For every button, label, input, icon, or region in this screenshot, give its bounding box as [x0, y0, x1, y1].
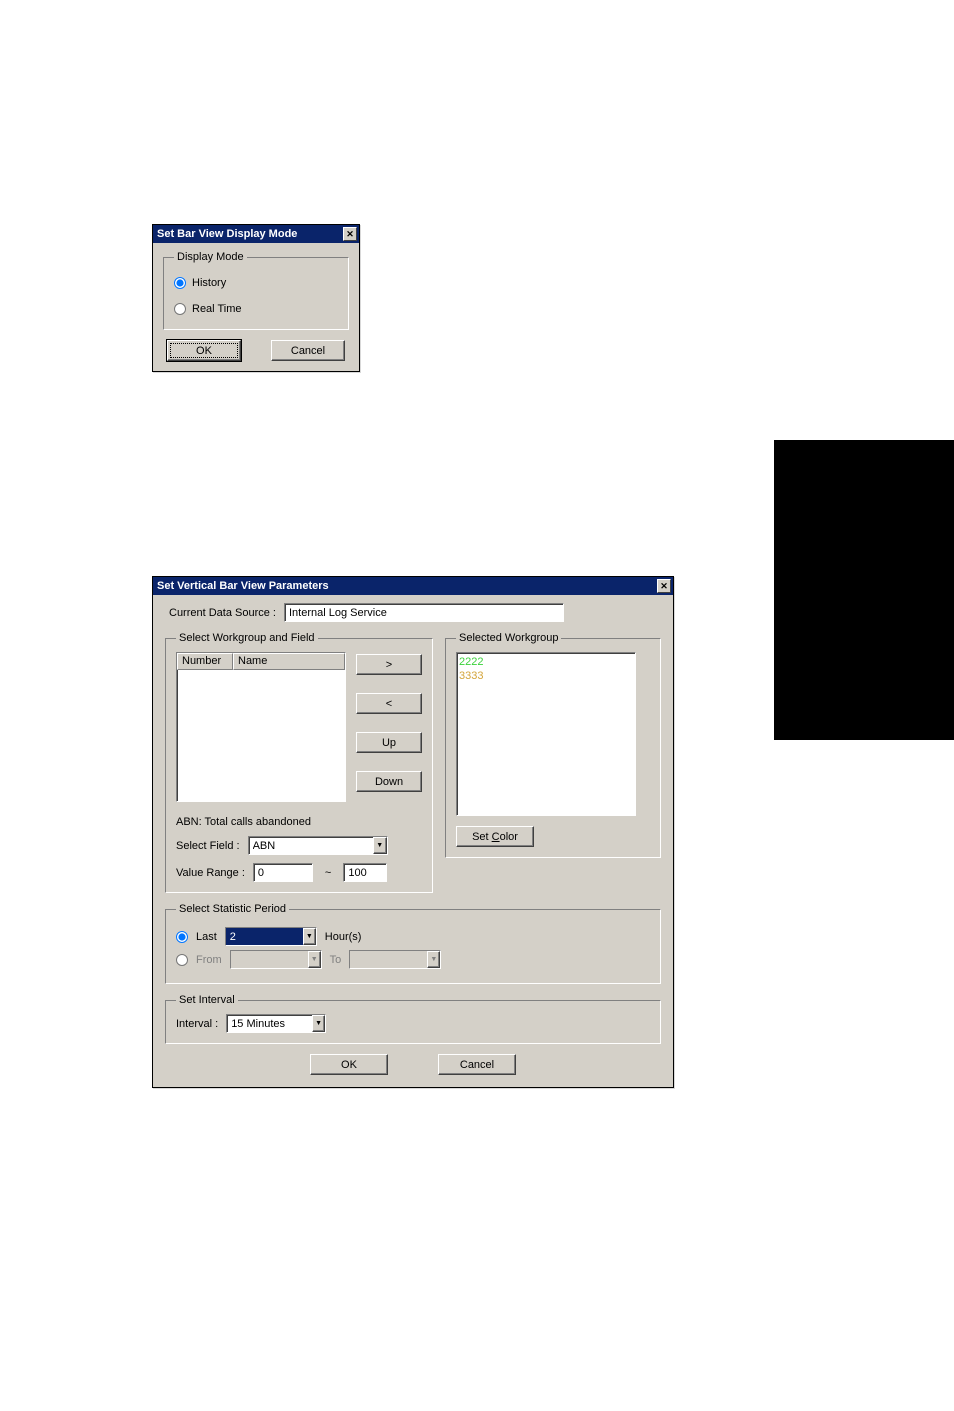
- display-mode-legend: Display Mode: [174, 251, 247, 263]
- move-down-button[interactable]: Down: [356, 771, 422, 792]
- data-source-input[interactable]: [284, 603, 564, 622]
- value-range-high-input[interactable]: [343, 863, 387, 882]
- to-label: To: [330, 954, 342, 966]
- to-date-combo: ▼: [349, 950, 441, 969]
- set-color-button[interactable]: Set Color: [456, 826, 534, 847]
- select-workgroup-group: Select Workgroup and Field Number Name >…: [165, 632, 433, 893]
- dialog2-titlebar: Set Vertical Bar View Parameters ✕: [153, 577, 673, 595]
- vertical-bar-params-dialog: Set Vertical Bar View Parameters ✕ Curre…: [152, 576, 674, 1088]
- statistic-period-legend: Select Statistic Period: [176, 903, 289, 915]
- from-date-value: [231, 951, 308, 968]
- from-date-combo: ▼: [230, 950, 322, 969]
- last-hours-combo[interactable]: ▼: [225, 927, 317, 946]
- radio-history[interactable]: [174, 277, 186, 289]
- ok-button[interactable]: OK: [167, 340, 241, 361]
- move-up-button[interactable]: Up: [356, 732, 422, 753]
- radio-last[interactable]: [176, 931, 188, 943]
- chevron-down-icon: ▼: [308, 951, 321, 968]
- radio-realtime-label: Real Time: [192, 303, 242, 315]
- select-field-value[interactable]: [249, 837, 373, 854]
- column-name[interactable]: Name: [233, 653, 345, 670]
- last-hours-value[interactable]: [226, 928, 303, 945]
- radio-last-label: Last: [196, 931, 217, 943]
- interval-label: Interval :: [176, 1018, 218, 1030]
- display-mode-group: Display Mode History Real Time: [163, 251, 349, 330]
- selected-workgroup-list[interactable]: 2222 3333: [456, 652, 636, 816]
- list-item[interactable]: 2222: [459, 655, 633, 669]
- workgroup-listview[interactable]: Number Name: [176, 652, 346, 802]
- selected-workgroup-group: Selected Workgroup 2222 3333 Set Color: [445, 632, 661, 858]
- radio-realtime[interactable]: [174, 303, 186, 315]
- radio-from[interactable]: [176, 954, 188, 966]
- dialog1-titlebar: Set Bar View Display Mode ✕: [153, 225, 359, 243]
- close-icon[interactable]: ✕: [657, 579, 671, 593]
- data-source-label: Current Data Source :: [169, 607, 276, 619]
- interval-value[interactable]: [227, 1015, 312, 1032]
- set-interval-legend: Set Interval: [176, 994, 238, 1006]
- select-field-combo[interactable]: ▼: [248, 836, 388, 855]
- move-left-button[interactable]: <: [356, 693, 422, 714]
- ok-button[interactable]: OK: [310, 1054, 388, 1075]
- dialog1-title: Set Bar View Display Mode: [157, 225, 297, 243]
- move-right-button[interactable]: >: [356, 654, 422, 675]
- cancel-button[interactable]: Cancel: [438, 1054, 516, 1075]
- range-separator: ~: [325, 867, 331, 879]
- chevron-down-icon: ▼: [427, 951, 440, 968]
- set-interval-group: Set Interval Interval : ▼: [165, 994, 661, 1044]
- chevron-down-icon[interactable]: ▼: [312, 1015, 325, 1032]
- radio-history-label: History: [192, 277, 226, 289]
- selected-workgroup-legend: Selected Workgroup: [456, 632, 561, 644]
- value-range-low-input[interactable]: [253, 863, 313, 882]
- list-item[interactable]: 3333: [459, 669, 633, 683]
- interval-combo[interactable]: ▼: [226, 1014, 326, 1033]
- select-field-label: Select Field :: [176, 840, 240, 852]
- radio-from-label: From: [196, 954, 222, 966]
- side-black-block: [774, 440, 954, 740]
- select-workgroup-legend: Select Workgroup and Field: [176, 632, 318, 644]
- statistic-period-group: Select Statistic Period Last ▼ Hour(s) F…: [165, 903, 661, 984]
- chevron-down-icon[interactable]: ▼: [373, 837, 387, 854]
- to-date-value: [350, 951, 427, 968]
- radio-history-row[interactable]: History: [174, 277, 338, 289]
- display-mode-dialog: Set Bar View Display Mode ✕ Display Mode…: [152, 224, 360, 372]
- cancel-button[interactable]: Cancel: [271, 340, 345, 361]
- column-number[interactable]: Number: [177, 653, 233, 670]
- radio-realtime-row[interactable]: Real Time: [174, 303, 338, 315]
- chevron-down-icon[interactable]: ▼: [303, 928, 316, 945]
- hours-label: Hour(s): [325, 931, 362, 943]
- value-range-label: Value Range :: [176, 867, 245, 879]
- abn-description: ABN: Total calls abandoned: [176, 816, 422, 828]
- dialog2-title: Set Vertical Bar View Parameters: [157, 577, 329, 595]
- close-icon[interactable]: ✕: [343, 227, 357, 241]
